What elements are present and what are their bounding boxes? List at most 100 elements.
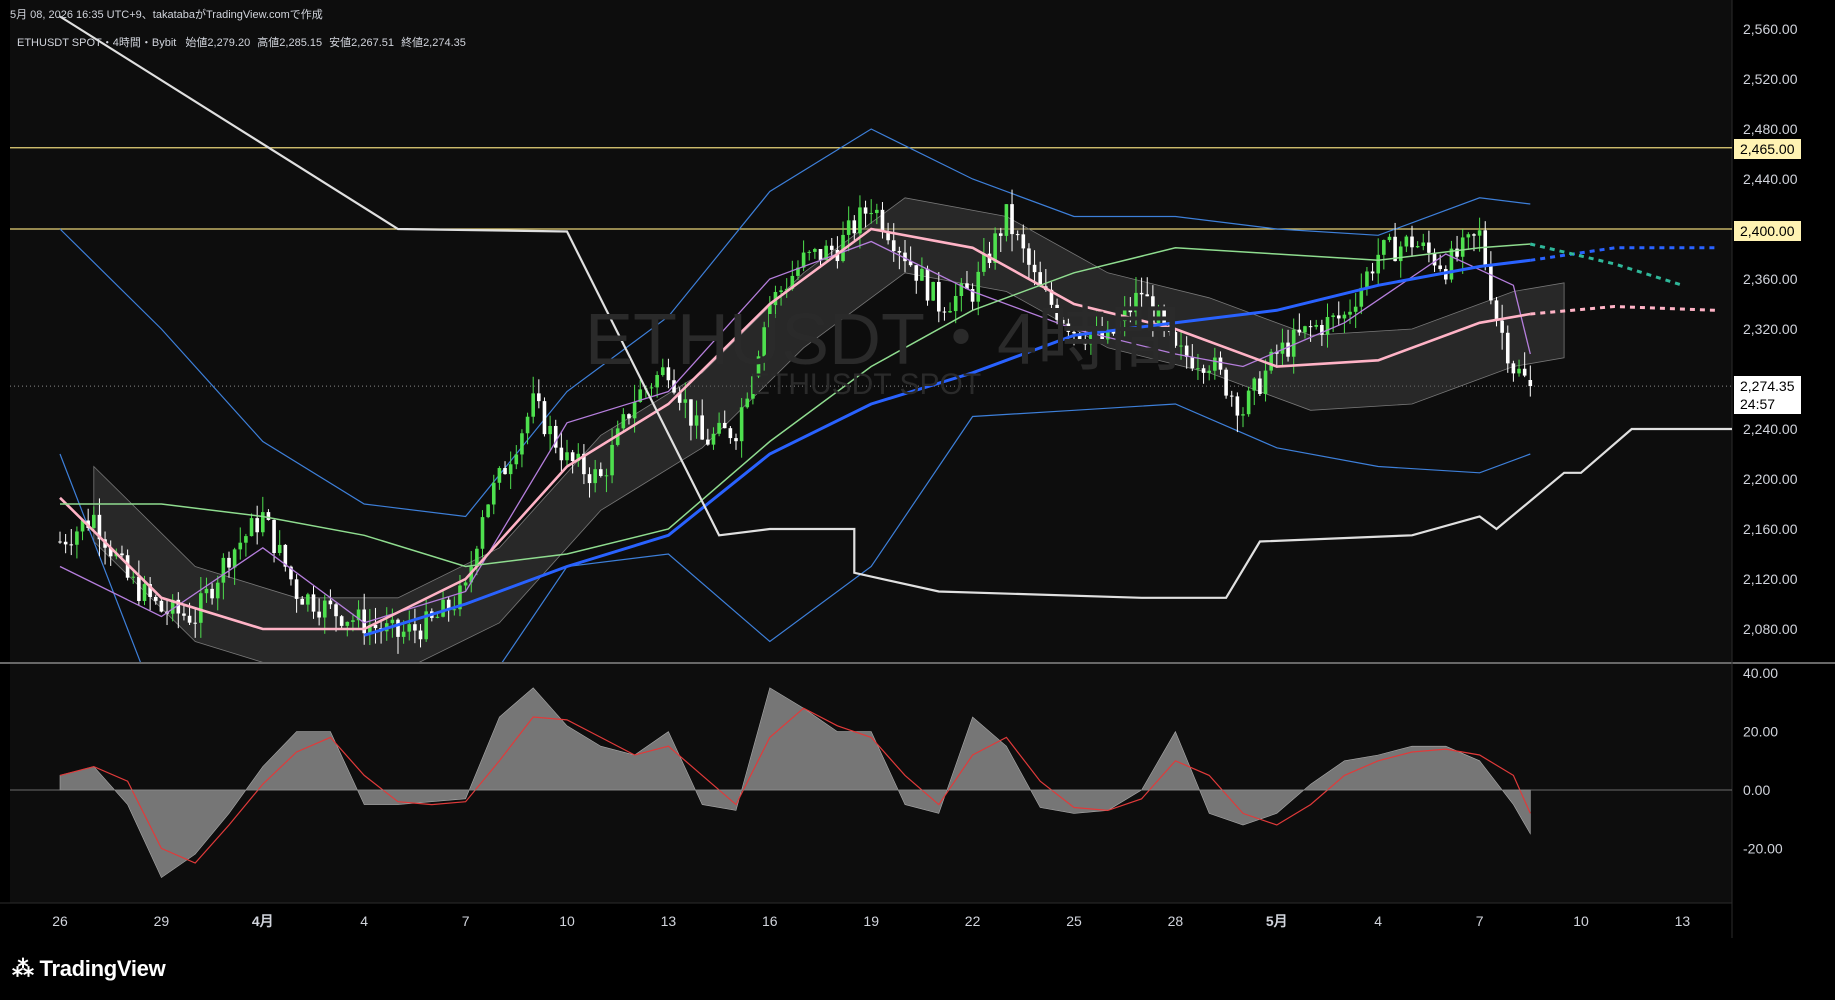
candle-body-173[interactable]	[1032, 264, 1037, 273]
candle-body-85[interactable]	[537, 393, 541, 402]
candle-body-258[interactable]	[1511, 363, 1516, 374]
candle-body-207[interactable]	[1224, 369, 1228, 396]
candle-body-42[interactable]	[294, 579, 299, 599]
candle-body-37[interactable]	[266, 512, 271, 520]
candle-body-122[interactable]	[745, 398, 750, 408]
candle-body-252[interactable]	[1477, 230, 1482, 236]
candle-body-247[interactable]	[1449, 248, 1454, 280]
candle-body-60[interactable]	[396, 619, 400, 637]
candle-body-191[interactable]	[1134, 292, 1138, 313]
candle-body-25[interactable]	[199, 593, 203, 623]
candle-body-111[interactable]	[683, 399, 688, 403]
candle-body-212[interactable]	[1252, 378, 1257, 391]
candle-body-118[interactable]	[722, 422, 727, 429]
candle-body-38[interactable]	[272, 519, 276, 554]
candle-body-238[interactable]	[1398, 246, 1403, 262]
candle-body-113[interactable]	[694, 415, 699, 426]
candle-body-254[interactable]	[1489, 266, 1493, 301]
candle-body-97[interactable]	[604, 475, 609, 477]
candle-body-44[interactable]	[306, 594, 310, 605]
candle-body-233[interactable]	[1370, 271, 1375, 274]
candle-body-102[interactable]	[632, 401, 637, 419]
candle-body-241[interactable]	[1415, 246, 1420, 248]
candle-body-245[interactable]	[1438, 265, 1442, 270]
candle-body-115[interactable]	[706, 439, 710, 445]
last-price-tag[interactable]: 2,274.35 24:57	[1734, 376, 1801, 414]
candle-body-239[interactable]	[1404, 236, 1409, 247]
candle-body-34[interactable]	[249, 518, 254, 537]
candle-body-63[interactable]	[413, 624, 417, 631]
candle-body-121[interactable]	[739, 407, 744, 442]
candle-body-68[interactable]	[441, 599, 445, 617]
candle-body-82[interactable]	[520, 433, 524, 455]
candle-body-27[interactable]	[210, 588, 214, 599]
tradingview-logo[interactable]: ⁂ TradingView	[12, 956, 166, 982]
candle-body-257[interactable]	[1505, 332, 1510, 364]
candle-body-2[interactable]	[69, 544, 74, 546]
candle-body-75[interactable]	[480, 517, 485, 549]
candle-body-214[interactable]	[1263, 370, 1268, 394]
candle-body-98[interactable]	[610, 444, 614, 476]
candle-body-155[interactable]	[931, 281, 935, 301]
candle-body-189[interactable]	[1122, 308, 1127, 322]
candle-body-206[interactable]	[1218, 357, 1223, 370]
candle-body-49[interactable]	[334, 604, 338, 617]
candle-body-80[interactable]	[508, 464, 513, 475]
candle-body-78[interactable]	[497, 467, 502, 483]
candle-body-170[interactable]	[1015, 234, 1020, 236]
candle-body-164[interactable]	[982, 253, 986, 272]
candle-body-146[interactable]	[880, 209, 885, 232]
candle-body-17[interactable]	[153, 597, 158, 601]
candle-body-182[interactable]	[1083, 339, 1088, 345]
candle-body-156[interactable]	[937, 281, 941, 312]
candle-body-112[interactable]	[689, 399, 693, 426]
candle-body-6[interactable]	[92, 514, 96, 528]
candle-body-171[interactable]	[1021, 234, 1026, 249]
candle-body-180[interactable]	[1072, 331, 1076, 334]
candle-body-183[interactable]	[1089, 334, 1093, 345]
candle-body-178[interactable]	[1060, 319, 1065, 324]
candle-body-249[interactable]	[1460, 237, 1465, 257]
candle-body-45[interactable]	[311, 594, 316, 612]
candle-body-236[interactable]	[1387, 236, 1392, 241]
candle-body-106[interactable]	[655, 375, 659, 388]
candle-body-144[interactable]	[869, 213, 873, 215]
candle-body-64[interactable]	[418, 630, 423, 640]
candle-body-256[interactable]	[1500, 320, 1504, 333]
candle-body-250[interactable]	[1466, 234, 1471, 238]
candle-body-96[interactable]	[599, 469, 603, 476]
candle-body-22[interactable]	[182, 613, 186, 616]
candle-body-217[interactable]	[1280, 342, 1285, 354]
candle-body-218[interactable]	[1286, 342, 1290, 357]
candle-body-0[interactable]	[58, 541, 62, 543]
candle-body-35[interactable]	[255, 518, 259, 533]
candle-body-79[interactable]	[503, 467, 507, 475]
candle-body-223[interactable]	[1314, 325, 1319, 327]
candle-body-14[interactable]	[137, 576, 141, 601]
candle-body-105[interactable]	[649, 387, 654, 389]
candle-body-163[interactable]	[976, 271, 981, 302]
candle-body-77[interactable]	[491, 482, 496, 505]
candle-body-154[interactable]	[925, 268, 930, 301]
candle-body-259[interactable]	[1517, 368, 1521, 374]
candle-body-134[interactable]	[813, 249, 817, 252]
candle-body-24[interactable]	[193, 622, 197, 624]
candle-body-46[interactable]	[317, 611, 321, 618]
candle-body-141[interactable]	[852, 220, 857, 234]
candle-body-62[interactable]	[407, 624, 412, 632]
candle-body-101[interactable]	[627, 414, 631, 419]
candle-body-94[interactable]	[587, 474, 592, 484]
candle-body-137[interactable]	[829, 245, 834, 250]
candle-body-221[interactable]	[1303, 326, 1307, 333]
candle-body-232[interactable]	[1365, 271, 1369, 288]
candle-body-222[interactable]	[1308, 326, 1313, 328]
candle-body-159[interactable]	[953, 295, 958, 312]
candle-body-1[interactable]	[63, 541, 68, 545]
candle-body-140[interactable]	[846, 220, 851, 235]
resistance-tag-2400[interactable]: 2,400.00	[1734, 221, 1801, 241]
candle-body-235[interactable]	[1382, 240, 1386, 255]
candle-body-193[interactable]	[1145, 294, 1150, 297]
candle-body-190[interactable]	[1128, 308, 1133, 313]
candle-body-205[interactable]	[1213, 357, 1217, 371]
candle-body-209[interactable]	[1235, 396, 1240, 416]
